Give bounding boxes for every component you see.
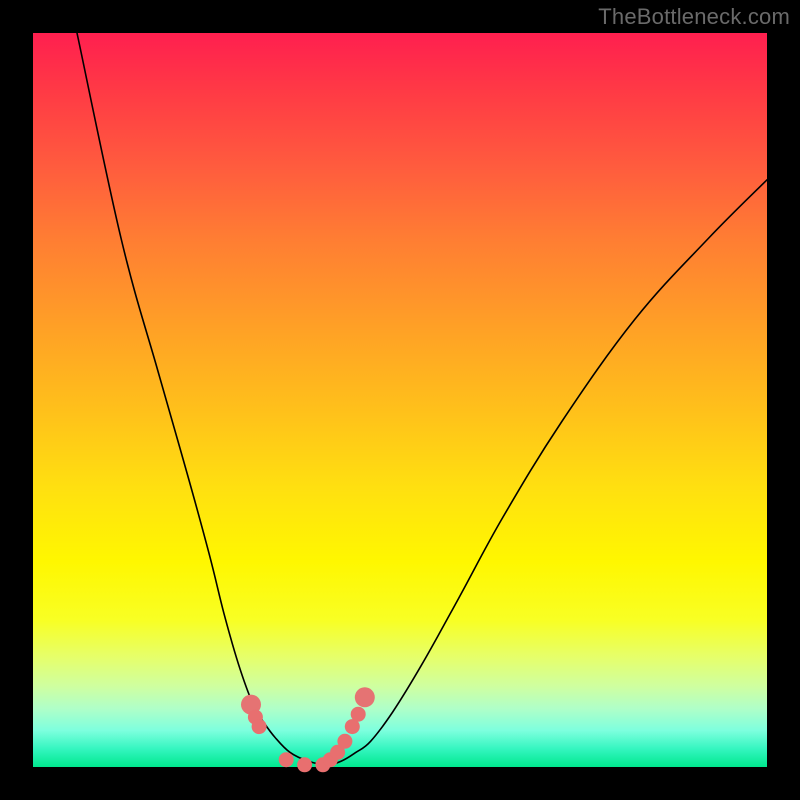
- bottleneck-curve: [77, 33, 767, 765]
- curve-marker: [351, 707, 366, 722]
- watermark-text: TheBottleneck.com: [598, 4, 790, 30]
- curve-marker: [252, 719, 267, 734]
- plot-area: [33, 33, 767, 767]
- markers-group: [241, 687, 375, 772]
- curve-marker: [337, 734, 352, 749]
- curve-marker: [355, 687, 375, 707]
- chart-frame: TheBottleneck.com: [0, 0, 800, 800]
- plot-svg: [33, 33, 767, 767]
- curve-marker: [297, 757, 312, 772]
- curve-marker: [279, 752, 294, 767]
